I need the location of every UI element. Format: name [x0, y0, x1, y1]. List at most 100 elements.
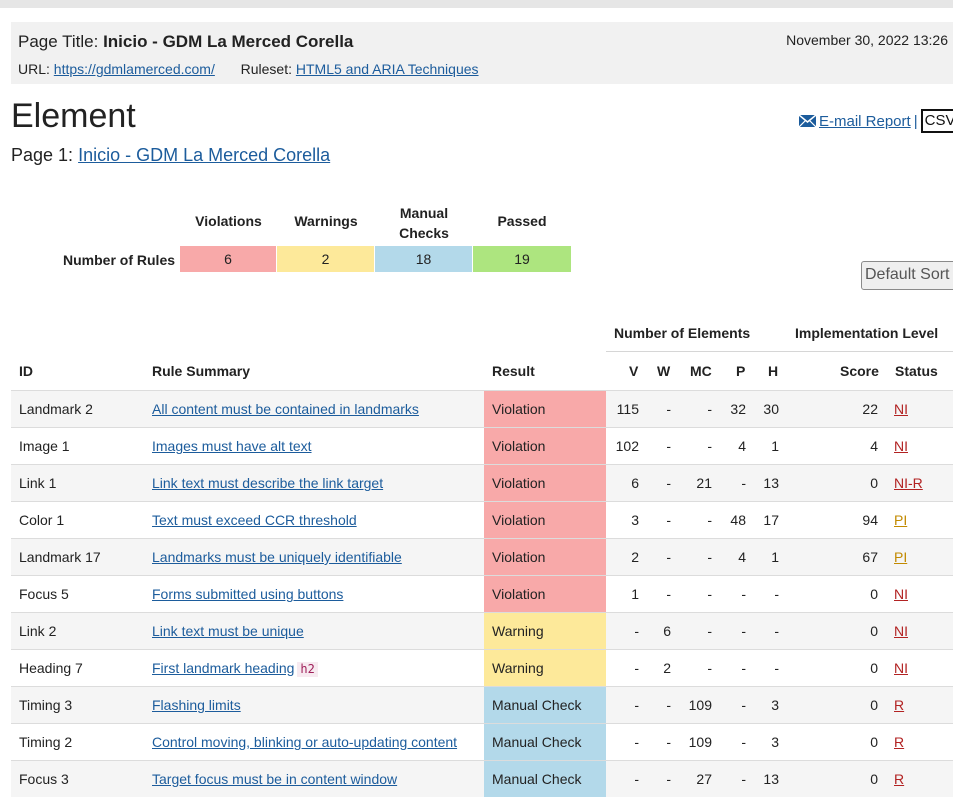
rule-summary-cell: Link text must describe the link target	[152, 465, 383, 501]
rule-result: Violation	[484, 502, 606, 538]
status-link[interactable]: NI	[894, 401, 908, 417]
rule-summary-link[interactable]: Landmarks must be uniquely identifiable	[152, 549, 402, 565]
status-cell: R	[894, 761, 904, 797]
status-link[interactable]: NI	[894, 660, 908, 676]
rule-summary-link[interactable]: Forms submitted using buttons	[152, 586, 343, 602]
count-p: 48	[730, 512, 746, 528]
col-header-result[interactable]: Result	[492, 363, 535, 379]
rule-result: Manual Check	[484, 761, 606, 797]
rule-summary-link[interactable]: Link text must be unique	[152, 623, 304, 639]
status-cell: PI	[894, 539, 907, 575]
page-line-label: Page 1:	[11, 145, 74, 165]
status-link[interactable]: R	[894, 771, 904, 787]
count-v: 1	[631, 586, 639, 602]
count-p: -	[741, 734, 746, 750]
status-link[interactable]: PI	[894, 549, 907, 565]
email-report-link[interactable]: E-mail Report	[819, 113, 911, 130]
count-h: 1	[771, 438, 779, 454]
summary-manual-checks-count: 18	[375, 246, 472, 272]
rule-summary-link[interactable]: Control moving, blinking or auto-updatin…	[152, 734, 457, 750]
count-w: -	[666, 549, 671, 565]
section-heading: Element	[11, 97, 136, 135]
count-w: -	[666, 586, 671, 602]
url-line: URL: https://gdmlamerced.com/ Ruleset: H…	[18, 61, 479, 77]
summary-warnings-count: 2	[277, 246, 374, 272]
top-bar	[0, 0, 953, 8]
col-header-mc[interactable]: MC	[690, 363, 712, 379]
count-v: 3	[631, 512, 639, 528]
count-p: -	[741, 586, 746, 602]
page-link[interactable]: Inicio - GDM La Merced Corella	[78, 145, 330, 165]
rule-summary-link[interactable]: Flashing limits	[152, 697, 241, 713]
summary-header-manual-checks: Manual Checks	[399, 205, 449, 241]
rule-result: Warning	[484, 613, 606, 649]
default-sort-button[interactable]: Default Sort	[861, 261, 953, 290]
col-header-v[interactable]: V	[629, 363, 638, 379]
rule-summary-link[interactable]: All content must be contained in landmar…	[152, 401, 419, 417]
count-p: 4	[738, 549, 746, 565]
rule-summary-link[interactable]: Link text must describe the link target	[152, 475, 383, 491]
count-v: -	[634, 771, 639, 787]
count-p: -	[741, 660, 746, 676]
status-link[interactable]: NI-R	[894, 475, 923, 491]
rule-result: Violation	[484, 465, 606, 501]
count-w: -	[666, 697, 671, 713]
count-w: 6	[663, 623, 671, 639]
count-mc: -	[707, 586, 712, 602]
status-link[interactable]: NI	[894, 623, 908, 639]
status-cell: R	[894, 687, 904, 723]
count-v: 6	[631, 475, 639, 491]
ruleset-link[interactable]: HTML5 and ARIA Techniques	[296, 61, 479, 77]
table-row: Heading 7 First landmark heading h2 Warning…	[11, 649, 953, 686]
count-h: -	[774, 586, 779, 602]
col-header-score[interactable]: Score	[840, 363, 879, 379]
rule-id: Focus 3	[19, 771, 69, 787]
col-header-w[interactable]: W	[657, 363, 670, 379]
envelope-icon	[799, 115, 816, 127]
ruleset-label: Ruleset:	[240, 61, 292, 77]
table-row: Focus 5 Forms submitted using buttons Viol…	[11, 575, 953, 612]
col-header-h[interactable]: H	[768, 363, 778, 379]
count-mc: -	[707, 549, 712, 565]
count-w: -	[666, 771, 671, 787]
count-v: -	[634, 697, 639, 713]
count-mc: -	[707, 660, 712, 676]
rule-result: Violation	[484, 576, 606, 612]
count-h: -	[774, 660, 779, 676]
rule-result: Violation	[484, 428, 606, 464]
score: 0	[870, 623, 878, 639]
url-link[interactable]: https://gdmlamerced.com/	[54, 61, 215, 77]
status-link[interactable]: NI	[894, 586, 908, 602]
col-header-p[interactable]: P	[736, 363, 745, 379]
count-h: 17	[763, 512, 779, 528]
rule-summary-cell: Link text must be unique	[152, 613, 304, 649]
rule-result: Manual Check	[484, 687, 606, 723]
count-p: 32	[730, 401, 746, 417]
page-title-value: Inicio - GDM La Merced Corella	[103, 32, 354, 51]
score: 94	[862, 512, 878, 528]
status-cell: NI	[894, 650, 908, 686]
rule-summary-cell: Forms submitted using buttons	[152, 576, 343, 612]
col-header-id[interactable]: ID	[19, 363, 33, 379]
status-link[interactable]: PI	[894, 512, 907, 528]
summary-header-violations: Violations	[195, 213, 262, 229]
rule-summary-link[interactable]: Images must have alt text	[152, 438, 312, 454]
rule-summary-cell: Images must have alt text	[152, 428, 312, 464]
count-h: 3	[771, 734, 779, 750]
col-header-rule-summary[interactable]: Rule Summary	[152, 363, 250, 379]
group-header-implementation: Implementation Level	[795, 325, 939, 341]
csv-button[interactable]: CSV	[920, 109, 953, 133]
count-mc: 27	[696, 771, 712, 787]
rule-summary-link[interactable]: Target focus must be in content window	[152, 771, 397, 787]
count-mc: -	[707, 623, 712, 639]
table-row: Focus 3 Target focus must be in content w…	[11, 760, 953, 797]
status-link[interactable]: NI	[894, 438, 908, 454]
status-link[interactable]: R	[894, 697, 904, 713]
count-h: 1	[771, 549, 779, 565]
table-row: Timing 2 Control moving, blinking or auto…	[11, 723, 953, 760]
rule-summary-link[interactable]: Text must exceed CCR threshold	[152, 512, 357, 528]
score: 0	[870, 771, 878, 787]
rule-summary-link[interactable]: First landmark heading	[152, 660, 294, 676]
col-header-status[interactable]: Status	[895, 363, 938, 379]
status-link[interactable]: R	[894, 734, 904, 750]
